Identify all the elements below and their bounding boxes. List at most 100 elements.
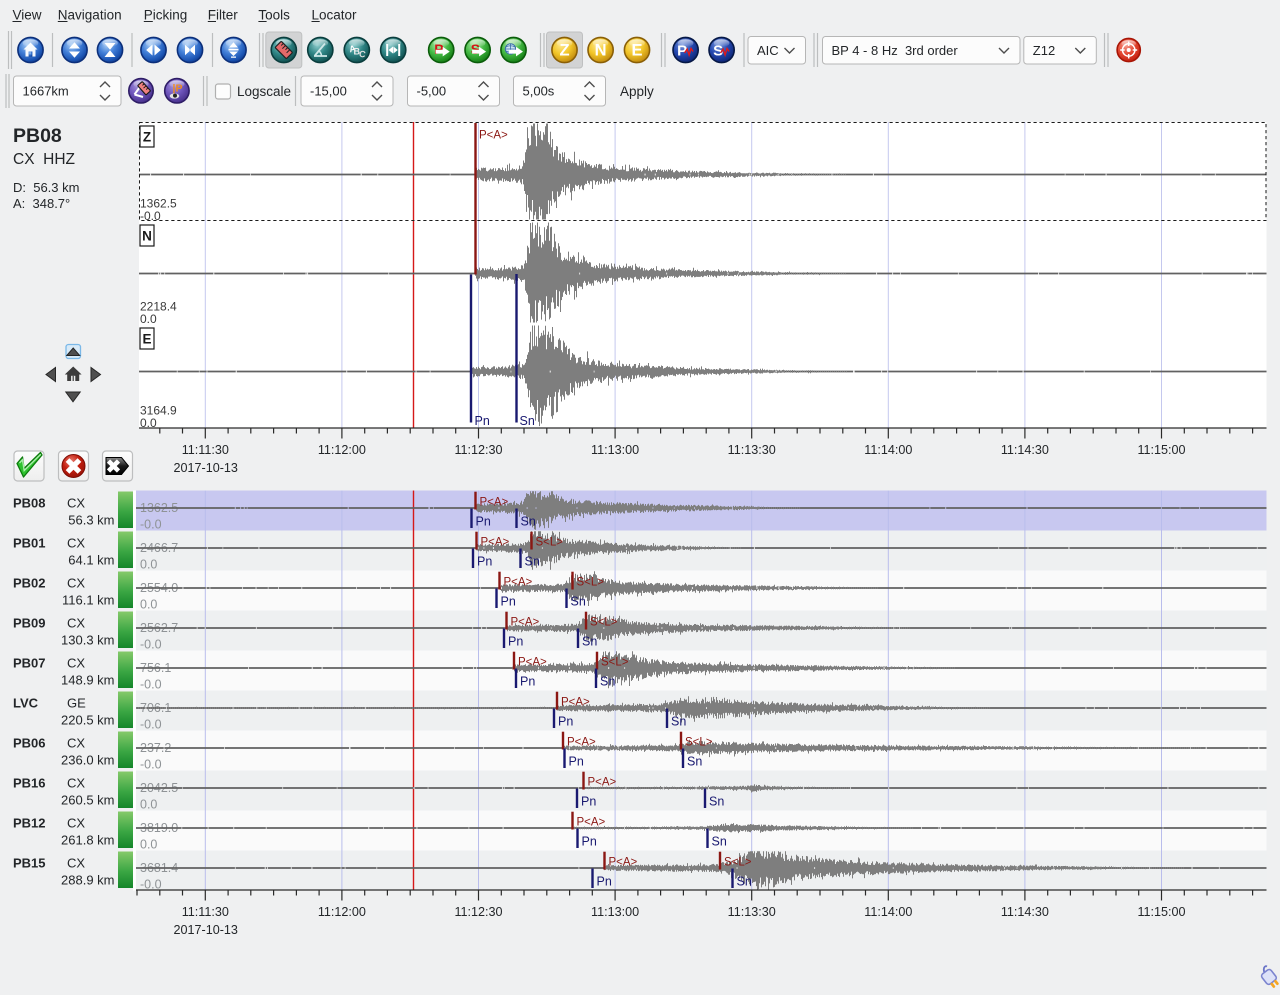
svg-text:P<A>: P<A>	[504, 577, 533, 589]
svg-text:PB02: PB02	[13, 576, 46, 591]
svg-text:AIC: AIC	[757, 43, 779, 58]
svg-text:A: 348.7°: A: 348.7°	[13, 196, 70, 211]
svg-text:N: N	[595, 41, 607, 59]
svg-text:S: S	[471, 41, 480, 57]
svg-text:CX: CX	[67, 776, 85, 791]
svg-text:P<A>: P<A>	[518, 657, 547, 669]
svg-text:11:13:30: 11:13:30	[728, 443, 776, 457]
svg-text:-0.0: -0.0	[140, 638, 162, 652]
svg-text:Pn: Pn	[581, 795, 596, 809]
svg-text:P<A>: P<A>	[481, 537, 510, 549]
svg-text:CX: CX	[67, 736, 85, 751]
svg-text:1667km: 1667km	[23, 84, 69, 99]
svg-text:288.9 km: 288.9 km	[61, 873, 114, 888]
svg-text:Sn: Sn	[571, 595, 586, 609]
svg-text:P<A>: P<A>	[609, 857, 638, 869]
svg-text:BP 4 - 8 Hz 3rd order: BP 4 - 8 Hz 3rd order	[832, 43, 959, 58]
svg-text:CX: CX	[67, 816, 85, 831]
svg-text:Apply: Apply	[620, 84, 654, 99]
svg-text:CX: CX	[67, 576, 85, 591]
svg-text:N: N	[142, 229, 152, 244]
svg-text:S<L>: S<L>	[590, 617, 618, 629]
svg-text:PB07: PB07	[13, 656, 46, 671]
svg-text:PB08: PB08	[13, 496, 46, 511]
svg-text:116.1 km: 116.1 km	[62, 593, 115, 608]
svg-text:11:14:00: 11:14:00	[864, 443, 912, 457]
svg-text:Locator: Locator	[312, 8, 358, 23]
svg-text:11:11:30: 11:11:30	[182, 443, 229, 457]
svg-text:11:14:30: 11:14:30	[1001, 905, 1049, 919]
svg-text:236.0 km: 236.0 km	[61, 753, 114, 768]
svg-text:CX: CX	[67, 656, 85, 671]
svg-text:-0.0: -0.0	[140, 518, 162, 532]
svg-text:Z: Z	[559, 41, 569, 59]
svg-text:-15,00: -15,00	[310, 84, 347, 99]
svg-text:Sn: Sn	[737, 875, 752, 889]
svg-text:E: E	[142, 332, 151, 347]
svg-text:Sn: Sn	[687, 755, 702, 769]
svg-text:P<A>: P<A>	[561, 697, 590, 709]
svg-text:Sn: Sn	[582, 635, 597, 649]
svg-text:0.0: 0.0	[140, 598, 157, 612]
svg-text:S<L>: S<L>	[536, 537, 564, 549]
svg-text:Pn: Pn	[501, 595, 516, 609]
svg-text:Pn: Pn	[476, 515, 491, 529]
svg-text:-5,00: -5,00	[417, 84, 447, 99]
svg-text:Z12: Z12	[1033, 43, 1055, 58]
svg-text:2017-10-13: 2017-10-13	[174, 923, 238, 937]
svg-text:PB09: PB09	[13, 616, 46, 631]
svg-text:-0.0: -0.0	[140, 718, 162, 732]
svg-text:LVC: LVC	[13, 696, 39, 711]
svg-text:Sn: Sn	[525, 555, 540, 569]
svg-text:Sn: Sn	[712, 835, 727, 849]
svg-text:PB06: PB06	[13, 736, 46, 751]
svg-text:260.5 km: 260.5 km	[61, 793, 114, 808]
svg-text:5,00s: 5,00s	[523, 84, 555, 99]
svg-text:2017-10-13: 2017-10-13	[174, 461, 238, 475]
svg-text:11:12:00: 11:12:00	[318, 443, 366, 457]
svg-text:Sn: Sn	[600, 675, 615, 689]
svg-text:56.3 km: 56.3 km	[68, 513, 114, 528]
svg-text:CX: CX	[67, 616, 85, 631]
svg-text:0.0: 0.0	[140, 312, 157, 326]
svg-text:11:14:30: 11:14:30	[1001, 443, 1049, 457]
svg-text:PB01: PB01	[13, 536, 46, 551]
svg-text:CX: CX	[67, 496, 85, 511]
svg-text:0.0: 0.0	[140, 798, 157, 812]
svg-text:CX: CX	[67, 536, 85, 551]
svg-text:P<A>: P<A>	[588, 777, 617, 789]
svg-text:11:14:00: 11:14:00	[864, 905, 912, 919]
svg-text:Tools: Tools	[258, 8, 290, 23]
svg-text:Z: Z	[143, 130, 151, 145]
svg-text:261.8 km: 261.8 km	[61, 833, 114, 848]
svg-text:11:15:00: 11:15:00	[1137, 905, 1185, 919]
svg-text:130.3 km: 130.3 km	[61, 633, 114, 648]
svg-text:GE: GE	[67, 696, 86, 711]
svg-text:11:13:00: 11:13:00	[591, 443, 639, 457]
svg-text:P<A>: P<A>	[480, 497, 509, 509]
svg-text:|P: |P	[173, 83, 183, 95]
svg-text:Pn: Pn	[597, 875, 612, 889]
svg-text:220.5 km: 220.5 km	[61, 713, 114, 728]
svg-text:0.0: 0.0	[140, 558, 157, 572]
svg-text:64.1 km: 64.1 km	[68, 553, 114, 568]
svg-text:PB15: PB15	[13, 856, 46, 871]
svg-text:S<L>: S<L>	[601, 657, 629, 669]
svg-text:Picking: Picking	[144, 8, 188, 23]
svg-text:Pn: Pn	[520, 675, 535, 689]
svg-text:D: 56.3 km: D: 56.3 km	[13, 180, 79, 195]
svg-text:Navigation: Navigation	[58, 8, 122, 23]
svg-text:P<A>: P<A>	[577, 817, 606, 829]
svg-text:P<A>: P<A>	[511, 617, 540, 629]
svg-text:Pn: Pn	[475, 414, 490, 428]
svg-text:0.0: 0.0	[140, 838, 157, 852]
svg-text:Pn: Pn	[477, 555, 492, 569]
svg-text:Pn: Pn	[569, 755, 584, 769]
svg-text:11:15:00: 11:15:00	[1137, 443, 1185, 457]
svg-text:11:13:00: 11:13:00	[591, 905, 639, 919]
svg-text:Sn: Sn	[521, 515, 536, 529]
svg-text:11:13:30: 11:13:30	[728, 905, 776, 919]
svg-text:Sn: Sn	[520, 414, 535, 428]
svg-text:Pn: Pn	[582, 835, 597, 849]
svg-text:E: E	[631, 41, 642, 59]
